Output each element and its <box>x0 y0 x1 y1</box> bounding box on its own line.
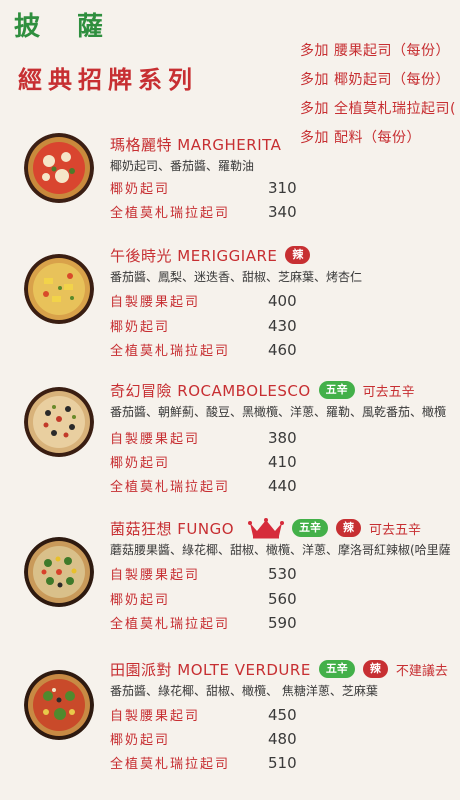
spicy-badge: 辣 <box>336 519 362 537</box>
option-label: 椰奶起司 <box>110 320 171 335</box>
item-description: 番茄醬、鳳梨、迷迭香、甜椒、芝麻葉、烤杏仁 <box>110 270 363 284</box>
option-label: 全植莫札瑞拉起司 <box>110 617 231 632</box>
option-price: 450 <box>268 706 297 724</box>
option-label: 全植莫札瑞拉起司 <box>110 757 231 772</box>
option-price: 460 <box>268 341 297 359</box>
item-description: 番茄醬、朝鮮薊、酸豆、黑橄欖、洋蔥、羅勒、風乾番茄、橄欖 <box>110 405 447 419</box>
item-name-row: 菌菇狂想 FUNGO 五辛 辣 可去五辛 <box>110 517 421 539</box>
option-price: 480 <box>268 730 297 748</box>
price-option: 全植莫札瑞拉起司 340 <box>110 201 330 223</box>
option-price: 340 <box>268 203 297 221</box>
option-price: 310 <box>268 179 297 197</box>
five-pungent-badge: 五辛 <box>318 381 355 399</box>
option-price: 380 <box>268 429 297 447</box>
spicy-badge: 辣 <box>362 660 388 678</box>
option-label: 椰奶起司 <box>110 733 171 748</box>
item-name: 午後時光 MERIGGIARE <box>110 246 278 265</box>
addon-list: 多加 腰果起司（每份） 多加 椰奶起司（每份） 多加 全植莫札瑞拉起司( 多加 … <box>300 40 460 156</box>
five-pungent-badge: 五辛 <box>318 660 355 678</box>
item-name-row: 田園派對 MOLTE VERDURE 五辛 辣 不建議去 <box>110 658 448 680</box>
option-label: 自製腰果起司 <box>110 295 201 310</box>
price-option: 自製腰果起司 530 <box>110 563 330 585</box>
option-price: 560 <box>268 590 297 608</box>
page-title: 披 薩 <box>14 12 118 42</box>
option-label: 椰奶起司 <box>110 593 171 608</box>
price-option: 自製腰果起司 380 <box>110 427 330 449</box>
price-option: 自製腰果起司 450 <box>110 704 330 726</box>
price-option: 椰奶起司 410 <box>110 451 330 473</box>
item-description: 蘑菇腰果醬、綠花椰、甜椒、橄欖、洋蔥、摩洛哥紅辣椒(哈里薩 <box>110 543 451 557</box>
pizza-photo <box>24 133 94 203</box>
price-option: 椰奶起司 310 <box>110 177 330 199</box>
item-note: 可去五辛 <box>369 522 422 538</box>
option-price: 510 <box>268 754 297 772</box>
pizza-photo <box>24 254 94 324</box>
price-option: 全植莫札瑞拉起司 590 <box>110 612 330 634</box>
option-price: 530 <box>268 565 297 583</box>
item-name: 奇幻冒險 ROCAMBOLESCO <box>110 381 311 400</box>
option-price: 440 <box>268 477 297 495</box>
item-note: 不建議去 <box>395 663 448 679</box>
addon-item: 多加 配料（每份） <box>300 130 421 146</box>
option-label: 全植莫札瑞拉起司 <box>110 206 231 221</box>
item-name: 田園派對 MOLTE VERDURE <box>110 660 311 679</box>
price-option: 椰奶起司 430 <box>110 315 330 337</box>
item-description: 番茄醬、綠花椰、甜椒、橄欖、 焦糖洋蔥、芝麻葉 <box>110 684 378 698</box>
addon-item: 多加 腰果起司（每份） <box>300 43 450 59</box>
option-price: 400 <box>268 292 297 310</box>
option-label: 自製腰果起司 <box>110 568 201 583</box>
pizza-photo <box>24 670 94 740</box>
five-pungent-badge: 五辛 <box>292 519 329 537</box>
option-price: 410 <box>268 453 297 471</box>
option-price: 430 <box>268 317 297 335</box>
option-label: 椰奶起司 <box>110 182 171 197</box>
item-name-row: 午後時光 MERIGGIARE 辣 <box>110 244 311 266</box>
price-option: 自製腰果起司 400 <box>110 290 330 312</box>
addon-item: 多加 椰奶起司（每份） <box>300 72 450 88</box>
spicy-badge: 辣 <box>285 246 311 264</box>
price-option: 全植莫札瑞拉起司 440 <box>110 475 330 497</box>
pizza-photo <box>24 387 94 457</box>
price-option: 椰奶起司 480 <box>110 728 330 750</box>
option-label: 椰奶起司 <box>110 456 171 471</box>
item-name-row: 奇幻冒險 ROCAMBOLESCO 五辛 可去五辛 <box>110 379 415 401</box>
price-option: 全植莫札瑞拉起司 460 <box>110 339 330 361</box>
option-price: 590 <box>268 614 297 632</box>
item-description: 椰奶起司、番茄醬、羅勒油 <box>110 159 255 173</box>
option-label: 自製腰果起司 <box>110 432 201 447</box>
option-label: 全植莫札瑞拉起司 <box>110 480 231 495</box>
section-subtitle: 經典招牌系列 <box>18 65 198 94</box>
addon-item: 多加 全植莫札瑞拉起司( <box>300 101 456 117</box>
option-label: 全植莫札瑞拉起司 <box>110 344 231 359</box>
option-label: 自製腰果起司 <box>110 709 201 724</box>
item-name: 菌菇狂想 FUNGO <box>110 519 235 538</box>
item-name: 瑪格麗特 MARGHERITA <box>110 135 282 154</box>
item-name-row: 瑪格麗特 MARGHERITA <box>110 133 281 155</box>
crown-icon <box>248 517 285 539</box>
price-option: 椰奶起司 560 <box>110 588 330 610</box>
pizza-photo <box>24 537 94 607</box>
item-note: 可去五辛 <box>362 384 415 400</box>
price-option: 全植莫札瑞拉起司 510 <box>110 752 330 774</box>
